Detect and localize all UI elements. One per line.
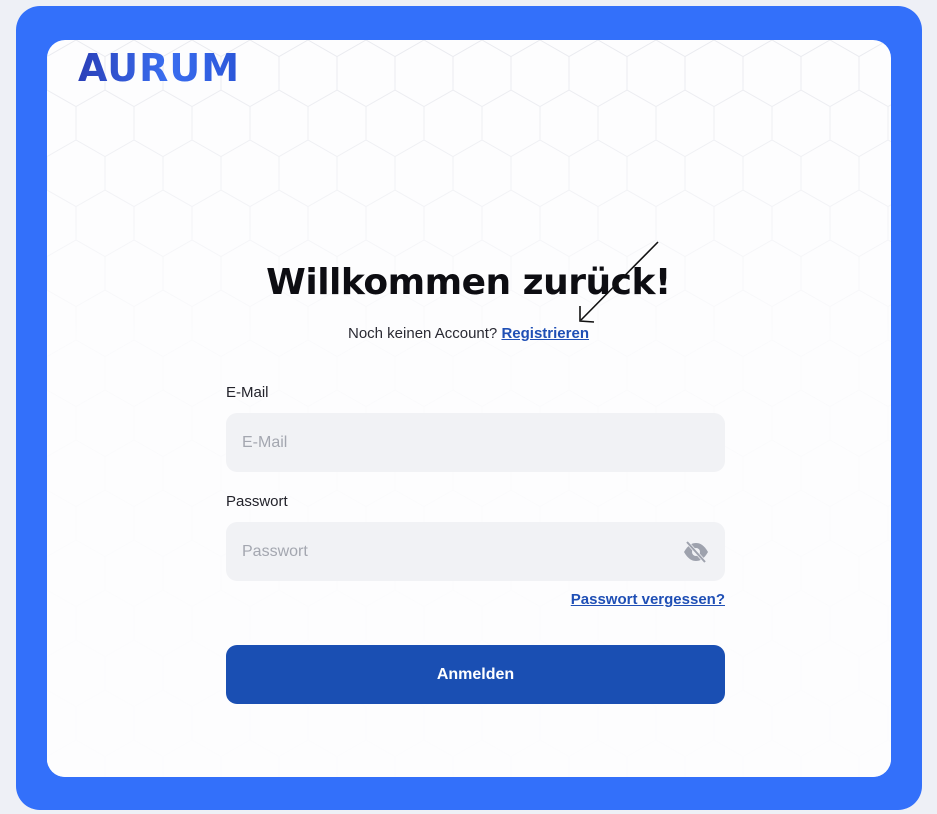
forgot-password-link[interactable]: Passwort vergessen?: [571, 591, 725, 608]
password-input[interactable]: [226, 522, 725, 581]
email-label: E-Mail: [226, 384, 269, 401]
email-input[interactable]: [226, 413, 725, 472]
logo-wordmark: AURUM: [78, 46, 241, 90]
login-button[interactable]: Anmelden: [226, 645, 725, 704]
annotation-arrow-icon: [579, 241, 659, 323]
aurum-logo: AURUM: [78, 48, 240, 88]
signup-prompt: Noch keinen Account? Registrieren: [0, 325, 937, 342]
password-label: Passwort: [226, 493, 288, 510]
signup-prompt-text: Noch keinen Account?: [348, 325, 498, 342]
eye-off-icon[interactable]: [682, 540, 710, 564]
page-title: Willkommen zurück!: [266, 262, 671, 303]
